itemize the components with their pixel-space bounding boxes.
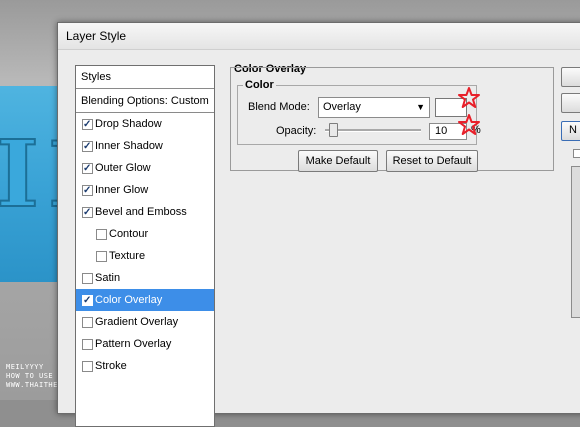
style-item-label: Inner Shadow: [95, 140, 163, 152]
style-item-label: Gradient Overlay: [95, 316, 179, 328]
style-checkbox[interactable]: [82, 361, 93, 372]
cancel-button[interactable]: [561, 93, 580, 113]
blending-options-label: Blending Options: Custom: [81, 95, 209, 107]
star-annotation-icon: [458, 87, 480, 108]
style-item-bevel-and-emboss[interactable]: Bevel and Emboss: [76, 201, 214, 224]
style-checkbox[interactable]: [82, 290, 93, 312]
style-item-label: Drop Shadow: [95, 118, 162, 130]
dropdown-arrow-icon: ▼: [416, 102, 425, 112]
style-item-label: Color Overlay: [95, 294, 163, 306]
style-item-outer-glow[interactable]: Outer Glow: [76, 157, 214, 180]
style-checkbox[interactable]: [82, 114, 93, 136]
style-checkbox[interactable]: [82, 202, 93, 224]
style-item-label: Texture: [109, 250, 146, 262]
style-checkbox[interactable]: [82, 339, 93, 350]
blend-mode-select[interactable]: Overlay ▼: [318, 97, 430, 118]
style-item-inner-shadow[interactable]: Inner Shadow: [76, 135, 214, 158]
style-item-gradient-overlay[interactable]: Gradient Overlay: [76, 311, 214, 333]
style-item-label: Contour: [109, 228, 149, 240]
opacity-label: Opacity:: [276, 125, 317, 137]
styles-header[interactable]: Styles: [76, 66, 214, 88]
style-preview-box: [571, 166, 580, 318]
style-item-label: Inner Glow: [95, 184, 149, 196]
style-item-texture[interactable]: Texture: [76, 245, 214, 267]
blend-mode-value: Overlay: [323, 101, 361, 113]
divider: [76, 88, 214, 89]
ok-button[interactable]: [561, 67, 580, 87]
style-item-label: Pattern Overlay: [95, 338, 172, 350]
opacity-slider-track[interactable]: [325, 129, 421, 132]
style-item-contour[interactable]: Contour: [76, 223, 214, 245]
style-checkbox[interactable]: [82, 158, 93, 180]
styles-header-label: Styles: [81, 71, 111, 83]
dialog-title: Layer Style: [66, 29, 127, 43]
style-checkbox[interactable]: [82, 180, 93, 202]
opacity-value: 10: [435, 125, 448, 137]
style-item-label: Satin: [95, 272, 121, 284]
blend-mode-label: Blend Mode:: [248, 101, 310, 113]
canvas-letter-graphic: I: [0, 120, 40, 228]
opacity-slider-thumb[interactable]: [328, 123, 338, 137]
style-item-label: Stroke: [95, 360, 127, 372]
styles-list: Styles Blending Options: Custom Drop Sha…: [75, 65, 215, 427]
style-checkbox[interactable]: [82, 317, 93, 328]
reset-to-default-button[interactable]: Reset to Default: [386, 150, 478, 172]
style-item-pattern-overlay[interactable]: Pattern Overlay: [76, 333, 214, 355]
style-checkbox[interactable]: [96, 229, 107, 240]
style-checkbox[interactable]: [82, 136, 93, 158]
style-checkbox[interactable]: [82, 273, 93, 284]
title-bar[interactable]: Layer Style: [58, 23, 580, 50]
style-item-label: Outer Glow: [95, 162, 151, 174]
layer-style-dialog: Layer Style Styles Blending Options: Cus…: [57, 22, 580, 427]
new-style-button[interactable]: N: [561, 121, 580, 141]
blending-options-item[interactable]: Blending Options: Custom: [76, 90, 214, 112]
style-item-satin[interactable]: Satin: [76, 267, 214, 289]
style-item-color-overlay[interactable]: Color Overlay: [76, 289, 214, 312]
new-style-label: N: [569, 124, 577, 136]
style-item-stroke[interactable]: Stroke: [76, 355, 214, 377]
style-item-drop-shadow[interactable]: Drop Shadow: [76, 113, 214, 136]
make-default-button[interactable]: Make Default: [298, 150, 378, 172]
style-item-label: Bevel and Emboss: [95, 206, 187, 218]
color-group-title: Color: [243, 79, 276, 91]
preview-checkbox[interactable]: [573, 149, 580, 158]
star-annotation-icon: [458, 114, 480, 135]
style-checkbox[interactable]: [96, 251, 107, 262]
style-item-inner-glow[interactable]: Inner Glow: [76, 179, 214, 202]
